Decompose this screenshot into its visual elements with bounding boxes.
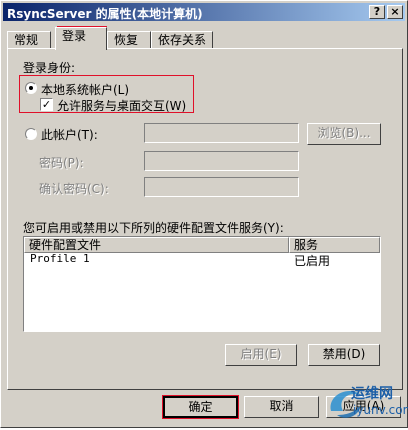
column-header-service[interactable]: 服务 bbox=[289, 237, 380, 253]
window-title: RsyncServer 的属性(本地计算机) bbox=[7, 7, 203, 21]
help-button[interactable]: ? bbox=[369, 5, 385, 19]
tab-general[interactable]: 常规 bbox=[7, 31, 51, 49]
hardware-profiles-list[interactable]: 硬件配置文件 服务 Profile 1 已启用 bbox=[23, 236, 381, 332]
password-field[interactable] bbox=[144, 151, 299, 171]
confirm-password-label: 确认密码(C): bbox=[39, 182, 109, 196]
local-system-radio[interactable] bbox=[25, 82, 37, 94]
interact-desktop-checkbox[interactable]: ✓ bbox=[40, 98, 53, 111]
account-field[interactable] bbox=[144, 123, 299, 143]
title-bar[interactable]: RsyncServer 的属性(本地计算机) ? × bbox=[3, 3, 405, 21]
this-account-label[interactable]: 此帐户(T): bbox=[41, 126, 98, 143]
enable-button[interactable]: 启用(E) bbox=[225, 344, 297, 366]
watermark-url: iyunv.com bbox=[353, 403, 408, 417]
tab-logon[interactable]: 登录 bbox=[55, 27, 107, 50]
column-header-profile[interactable]: 硬件配置文件 bbox=[24, 237, 289, 253]
cancel-button[interactable]: 取消 bbox=[244, 396, 319, 418]
profiles-caption: 您可启用或禁用以下所列的硬件配置文件服务(Y): bbox=[23, 221, 284, 235]
tab-dependencies[interactable]: 依存关系 bbox=[151, 31, 213, 49]
watermark-text: 运维网 bbox=[351, 386, 393, 402]
disable-button[interactable]: 禁用(D) bbox=[308, 344, 380, 366]
this-account-radio[interactable] bbox=[25, 128, 37, 140]
password-label: 密码(P): bbox=[39, 156, 84, 170]
profile-name-cell[interactable]: Profile 1 bbox=[30, 252, 90, 265]
close-button[interactable]: × bbox=[387, 5, 403, 19]
watermark-logo: 运维网 iyunv.com bbox=[323, 381, 408, 427]
ok-button-highlight bbox=[162, 395, 239, 419]
properties-dialog: RsyncServer 的属性(本地计算机) ? × 常规 登录 恢复 依存关系… bbox=[0, 0, 408, 428]
interact-desktop-label[interactable]: 允许服务与桌面交互(W) bbox=[57, 97, 186, 114]
tab-recovery[interactable]: 恢复 bbox=[107, 31, 151, 49]
logon-as-label: 登录身份: bbox=[23, 61, 76, 75]
profile-service-cell[interactable]: 已启用 bbox=[294, 252, 330, 269]
browse-button[interactable]: 浏览(B)... bbox=[307, 123, 381, 145]
radio-selected-dot bbox=[29, 86, 33, 90]
confirm-password-field[interactable] bbox=[144, 177, 299, 197]
local-system-label[interactable]: 本地系统帐户(L) bbox=[41, 81, 129, 98]
